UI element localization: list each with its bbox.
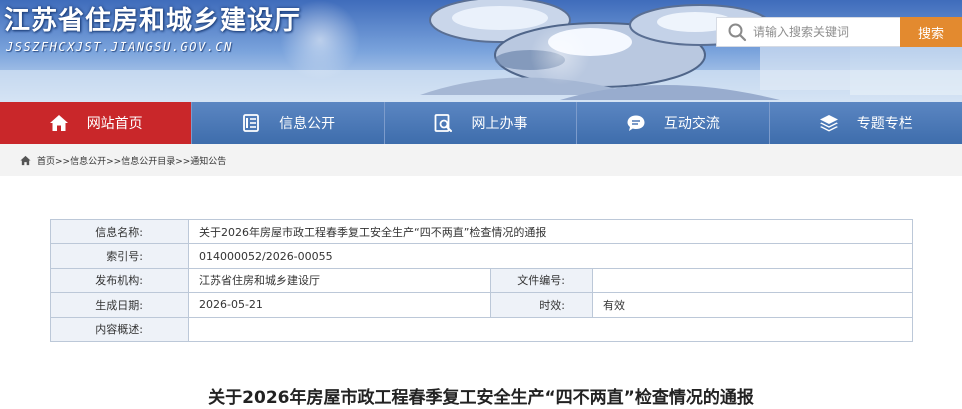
- document-number-label: 文件编号:: [490, 267, 593, 294]
- document-number-value: [592, 267, 913, 294]
- page: 江苏省住房和城乡建设厅 JSSZFHCXJST.JIANGSU.GOV.CN 搜…: [0, 0, 962, 409]
- nav-item-label: 专题专栏: [856, 116, 913, 132]
- table-row: 内容概述:: [50, 316, 913, 342]
- nav-item-label: 网站首页: [86, 116, 143, 132]
- nav-item-label: 互动交流: [663, 116, 720, 132]
- validity-value: 有效: [592, 292, 913, 318]
- nav-item-interaction[interactable]: 互动交流: [577, 102, 770, 144]
- validity-label: 时效:: [490, 292, 593, 318]
- document-info-table: 信息名称: 关于2026年房屋市政工程春季复工安全生产“四不两直”检查情况的通报…: [50, 218, 913, 342]
- nav-item-special-topics[interactable]: 专题专栏: [769, 102, 962, 144]
- site-url: JSSZFHCXJST.JIANGSU.GOV.CN: [6, 40, 233, 54]
- breadcrumb-home[interactable]: 首页>>: [37, 154, 70, 167]
- index-number-value: 014000052/2026-00055: [188, 243, 913, 269]
- table-row: 生成日期: 2026-05-21 时效: 有效: [50, 292, 913, 318]
- table-row: 发布机构: 江苏省住房和城乡建设厅 文件编号:: [50, 267, 913, 294]
- index-number-label: 索引号:: [50, 243, 189, 269]
- site-title: 江苏省住房和城乡建设厅: [4, 6, 302, 36]
- table-row: 信息名称: 关于2026年房屋市政工程春季复工安全生产“四不两直”检查情况的通报: [50, 218, 913, 245]
- info-name-label: 信息名称:: [50, 218, 189, 245]
- info-name-value: 关于2026年房屋市政工程春季复工安全生产“四不两直”检查情况的通报: [188, 218, 913, 245]
- nav-item-label: 信息公开: [279, 116, 336, 132]
- content-summary-value: [188, 316, 913, 342]
- search-doc-icon: [435, 114, 453, 132]
- nav-item-info-disclosure[interactable]: 信息公开: [192, 102, 385, 144]
- document-list-icon: [243, 114, 259, 132]
- chat-bubble-icon: [627, 115, 645, 131]
- publishing-org-value: 江苏省住房和城乡建设厅: [188, 267, 491, 294]
- generated-date-label: 生成日期:: [50, 292, 189, 318]
- search-box: [716, 17, 900, 47]
- generated-date-value: 2026-05-21: [188, 292, 491, 318]
- content-summary-label: 内容概述:: [50, 316, 189, 342]
- search-icon: [728, 23, 747, 42]
- search-input[interactable]: [753, 25, 893, 39]
- breadcrumb-info-catalog[interactable]: 信息公开目录>>: [121, 154, 190, 167]
- breadcrumb-info-disclosure[interactable]: 信息公开>>: [70, 154, 121, 167]
- article-title: 关于2026年房屋市政工程春季复工安全生产“四不两直”检查情况的通报: [208, 388, 754, 408]
- home-icon: [49, 115, 68, 131]
- nav-item-label: 网上办事: [471, 116, 528, 132]
- breadcrumb: 首页>> 信息公开>> 信息公开目录>> 通知公告: [0, 144, 962, 176]
- header-banner: 江苏省住房和城乡建设厅 JSSZFHCXJST.JIANGSU.GOV.CN 搜…: [0, 0, 962, 102]
- nav-item-online-services[interactable]: 网上办事: [384, 102, 578, 144]
- breadcrumb-home-icon: [20, 155, 31, 165]
- main-nav: 网站首页 信息公开 网上办事 互动交流 专题专栏: [0, 102, 962, 144]
- nav-item-home[interactable]: 网站首页: [0, 102, 193, 144]
- layers-icon: [819, 115, 838, 132]
- table-row: 索引号: 014000052/2026-00055: [50, 243, 913, 269]
- breadcrumb-notices[interactable]: 通知公告: [190, 154, 226, 167]
- publishing-org-label: 发布机构:: [50, 267, 189, 294]
- search-button[interactable]: 搜索: [900, 17, 962, 47]
